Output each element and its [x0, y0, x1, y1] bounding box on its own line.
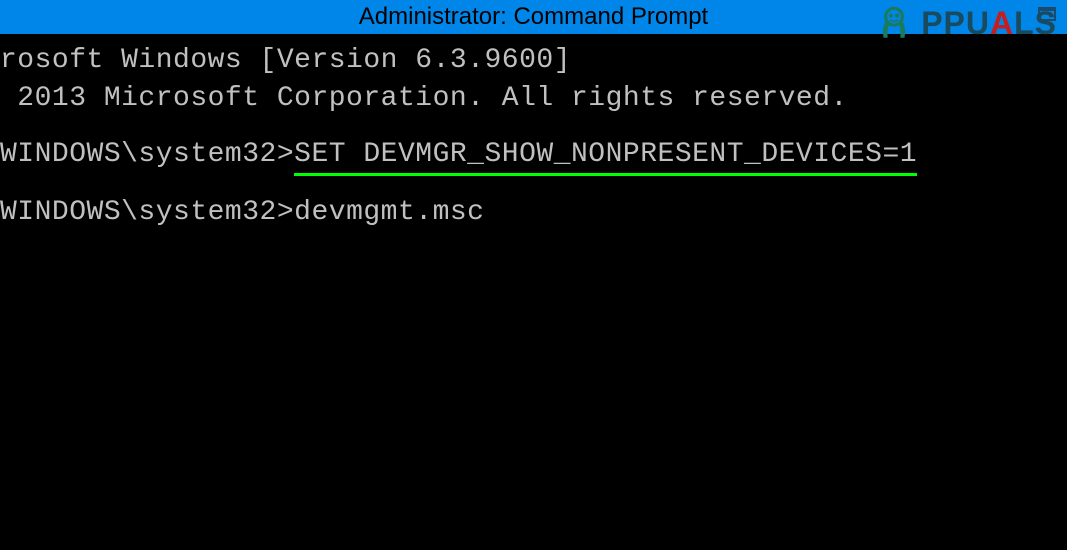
command-line-1: WINDOWS\system32>SET DEVMGR_SHOW_NONPRES…: [0, 136, 1067, 177]
command-text-underlined: SET DEVMGR_SHOW_NONPRESENT_DEVICES=1: [294, 136, 917, 177]
version-line: rosoft Windows [Version 6.3.9600]: [0, 42, 1067, 80]
appuals-logo-icon: [873, 2, 915, 44]
copyright-line: 2013 Microsoft Corporation. All rights r…: [0, 80, 1067, 118]
command-text: devmgmt.msc: [294, 194, 484, 232]
window-title: Administrator: Command Prompt: [359, 3, 708, 31]
command-line-2: WINDOWS\system32>devmgmt.msc: [0, 194, 1067, 232]
command-prompt-window: Administrator: Command Prompt rosoft Win…: [0, 0, 1067, 550]
prompt-path: WINDOWS\system32>: [0, 136, 294, 177]
watermark-text: PPUALS: [921, 5, 1057, 42]
terminal-content[interactable]: rosoft Windows [Version 6.3.9600] 2013 M…: [0, 34, 1067, 550]
appuals-watermark: PPUALS: [873, 2, 1057, 44]
prompt-path: WINDOWS\system32>: [0, 194, 294, 232]
